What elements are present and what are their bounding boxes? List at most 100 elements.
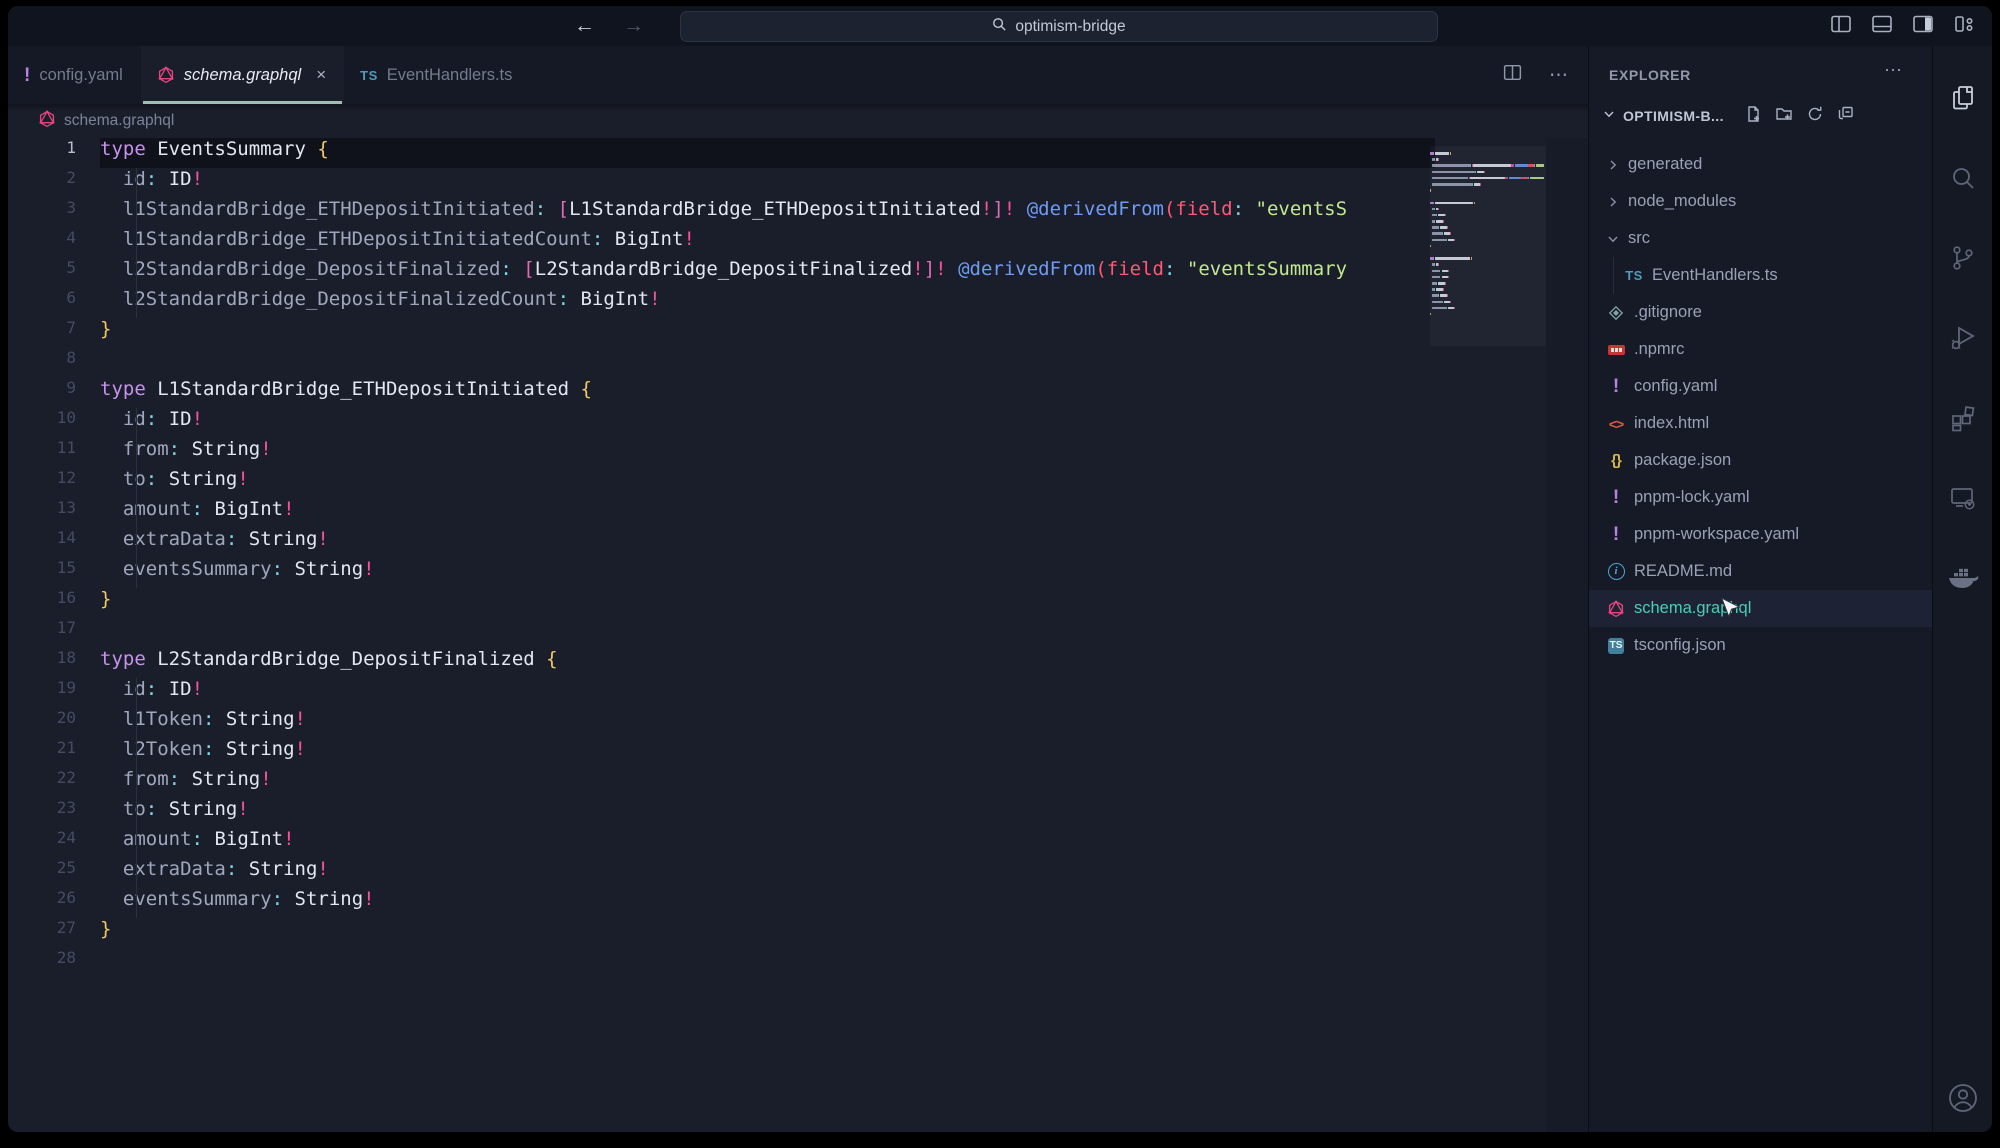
code-line[interactable]: from: String! xyxy=(100,438,1435,468)
code-line[interactable]: extraData: String! xyxy=(100,528,1435,558)
ts-icon: TS xyxy=(1625,269,1643,282)
back-arrow-button[interactable]: ← xyxy=(574,14,595,38)
search-button[interactable] xyxy=(1945,160,1981,196)
code-area[interactable]: 1234567891011121314151617181920212223242… xyxy=(8,138,1588,1132)
file-item-config.yaml[interactable]: !config.yaml xyxy=(1589,368,1932,405)
docker-icon xyxy=(1947,565,1979,591)
source-control-button[interactable] xyxy=(1945,240,1981,276)
line-number: 2 xyxy=(8,168,84,198)
code-line[interactable]: } xyxy=(100,318,1435,348)
layout-sidebar-right-button[interactable] xyxy=(1911,12,1935,41)
command-center-search[interactable]: optimism-bridge xyxy=(680,11,1438,42)
line-number: 26 xyxy=(8,888,84,918)
code-line[interactable]: extraData: String! xyxy=(100,858,1435,888)
debug-button[interactable] xyxy=(1945,320,1981,356)
docker-button[interactable] xyxy=(1945,560,1981,596)
code-line[interactable]: l2StandardBridge_DepositFinalized: [L2St… xyxy=(100,258,1435,288)
code-line[interactable]: l1StandardBridge_ETHDepositInitiatedCoun… xyxy=(100,228,1435,258)
code-line[interactable]: from: String! xyxy=(100,768,1435,798)
line-number: 27 xyxy=(8,918,84,948)
new-folder-icon xyxy=(1775,105,1793,123)
code-line[interactable]: eventsSummary: String! xyxy=(100,888,1435,918)
file-item-schema.graphql[interactable]: schema.graphql xyxy=(1589,590,1932,627)
files-button[interactable] xyxy=(1945,80,1981,116)
source-control-icon xyxy=(1948,243,1978,273)
code-line[interactable]: amount: BigInt! xyxy=(100,828,1435,858)
history-nav: ← → xyxy=(574,6,644,46)
file-label: src xyxy=(1628,229,1650,248)
tab-config.yaml[interactable]: !config.yaml xyxy=(8,46,141,104)
code-line[interactable] xyxy=(100,348,1435,378)
line-number: 21 xyxy=(8,738,84,768)
code-line[interactable] xyxy=(100,948,1435,978)
code-line[interactable]: l2Token: String! xyxy=(100,738,1435,768)
tab-EventHandlers.ts[interactable]: TSEventHandlers.ts xyxy=(344,46,530,104)
file-item-.npmrc[interactable]: .npmrc xyxy=(1589,331,1932,368)
layout-panel-button[interactable] xyxy=(1870,12,1894,41)
file-item-.gitignore[interactable]: .gitignore xyxy=(1589,294,1932,331)
graphql-icon xyxy=(38,110,56,133)
file-item-package.json[interactable]: {}package.json xyxy=(1589,442,1932,479)
chevron-right-icon xyxy=(1605,194,1621,210)
graphql-icon xyxy=(1607,600,1625,618)
line-number: 5 xyxy=(8,258,84,288)
breadcrumb[interactable]: schema.graphql xyxy=(8,104,1588,138)
gitignore-icon xyxy=(1608,305,1624,321)
code-line[interactable] xyxy=(100,618,1435,648)
code-line[interactable]: l1Token: String! xyxy=(100,708,1435,738)
file-label: README.md xyxy=(1634,562,1732,581)
line-number: 13 xyxy=(8,498,84,528)
code-line[interactable]: l2StandardBridge_DepositFinalizedCount: … xyxy=(100,288,1435,318)
extensions-button[interactable] xyxy=(1945,400,1981,436)
code-line[interactable]: type EventsSummary { xyxy=(100,138,1435,168)
folder-item-node_modules[interactable]: node_modules xyxy=(1589,183,1932,220)
code-line[interactable]: } xyxy=(100,918,1435,948)
forward-arrow-button[interactable]: → xyxy=(623,14,644,38)
line-number: 10 xyxy=(8,408,84,438)
split-editor-button[interactable] xyxy=(1502,62,1523,88)
tab-list: !config.yamlschema.graphql×TSEventHandle… xyxy=(8,46,530,104)
file-item-pnpm-lock.yaml[interactable]: !pnpm-lock.yaml xyxy=(1589,479,1932,516)
code-line[interactable]: id: ID! xyxy=(100,678,1435,708)
code-line[interactable]: id: ID! xyxy=(100,408,1435,438)
minimap[interactable] xyxy=(1430,152,1546,325)
code-line[interactable]: type L2StandardBridge_DepositFinalized { xyxy=(100,648,1435,678)
file-item-tsconfig.json[interactable]: TStsconfig.json xyxy=(1589,627,1932,664)
code-line[interactable]: amount: BigInt! xyxy=(100,498,1435,528)
refresh-button[interactable] xyxy=(1806,105,1824,128)
close-icon[interactable]: × xyxy=(316,65,326,85)
line-number: 9 xyxy=(8,378,84,408)
more-actions-button[interactable]: ⋯ xyxy=(1549,64,1570,87)
new-file-button[interactable] xyxy=(1744,105,1762,128)
new-folder-button[interactable] xyxy=(1775,105,1793,128)
graphql-icon xyxy=(157,66,175,84)
account-button[interactable] xyxy=(1945,1080,1981,1116)
explorer-more-button[interactable]: ⋯ xyxy=(1884,60,1904,81)
file-label: package.json xyxy=(1634,451,1731,470)
code-line[interactable]: to: String! xyxy=(100,798,1435,828)
file-item-index.html[interactable]: <>index.html xyxy=(1589,405,1932,442)
file-item-README.md[interactable]: iREADME.md xyxy=(1589,553,1932,590)
line-number-gutter: 1234567891011121314151617181920212223242… xyxy=(8,138,84,978)
project-root-row[interactable]: OPTIMISM-B... xyxy=(1589,98,1932,134)
code-line[interactable]: to: String! xyxy=(100,468,1435,498)
code-line[interactable]: id: ID! xyxy=(100,168,1435,198)
files-icon xyxy=(1948,83,1978,113)
layout-sidebar-button[interactable] xyxy=(1829,12,1853,41)
remote-button[interactable] xyxy=(1945,480,1981,516)
yaml-icon: ! xyxy=(1613,488,1619,507)
code-line[interactable]: l1StandardBridge_ETHDepositInitiated: [L… xyxy=(100,198,1435,228)
code-line[interactable]: eventsSummary: String! xyxy=(100,558,1435,588)
folder-item-generated[interactable]: generated xyxy=(1589,146,1932,183)
code-line[interactable]: type L1StandardBridge_ETHDepositInitiate… xyxy=(100,378,1435,408)
title-bar: ← → optimism-bridge xyxy=(8,6,1992,46)
tab-schema.graphql[interactable]: schema.graphql× xyxy=(141,46,344,104)
file-item-pnpm-workspace.yaml[interactable]: !pnpm-workspace.yaml xyxy=(1589,516,1932,553)
folder-item-src[interactable]: src xyxy=(1589,220,1932,257)
collapse-all-icon xyxy=(1837,105,1855,123)
code-line[interactable]: } xyxy=(100,588,1435,618)
layout-customize-button[interactable] xyxy=(1952,12,1976,41)
explorer-sidebar: EXPLORER ⋯ OPTIMISM-B... generatednode_m… xyxy=(1588,46,1932,1132)
file-item-EventHandlers.ts[interactable]: TSEventHandlers.ts xyxy=(1589,257,1932,294)
collapse-all-button[interactable] xyxy=(1837,105,1855,128)
